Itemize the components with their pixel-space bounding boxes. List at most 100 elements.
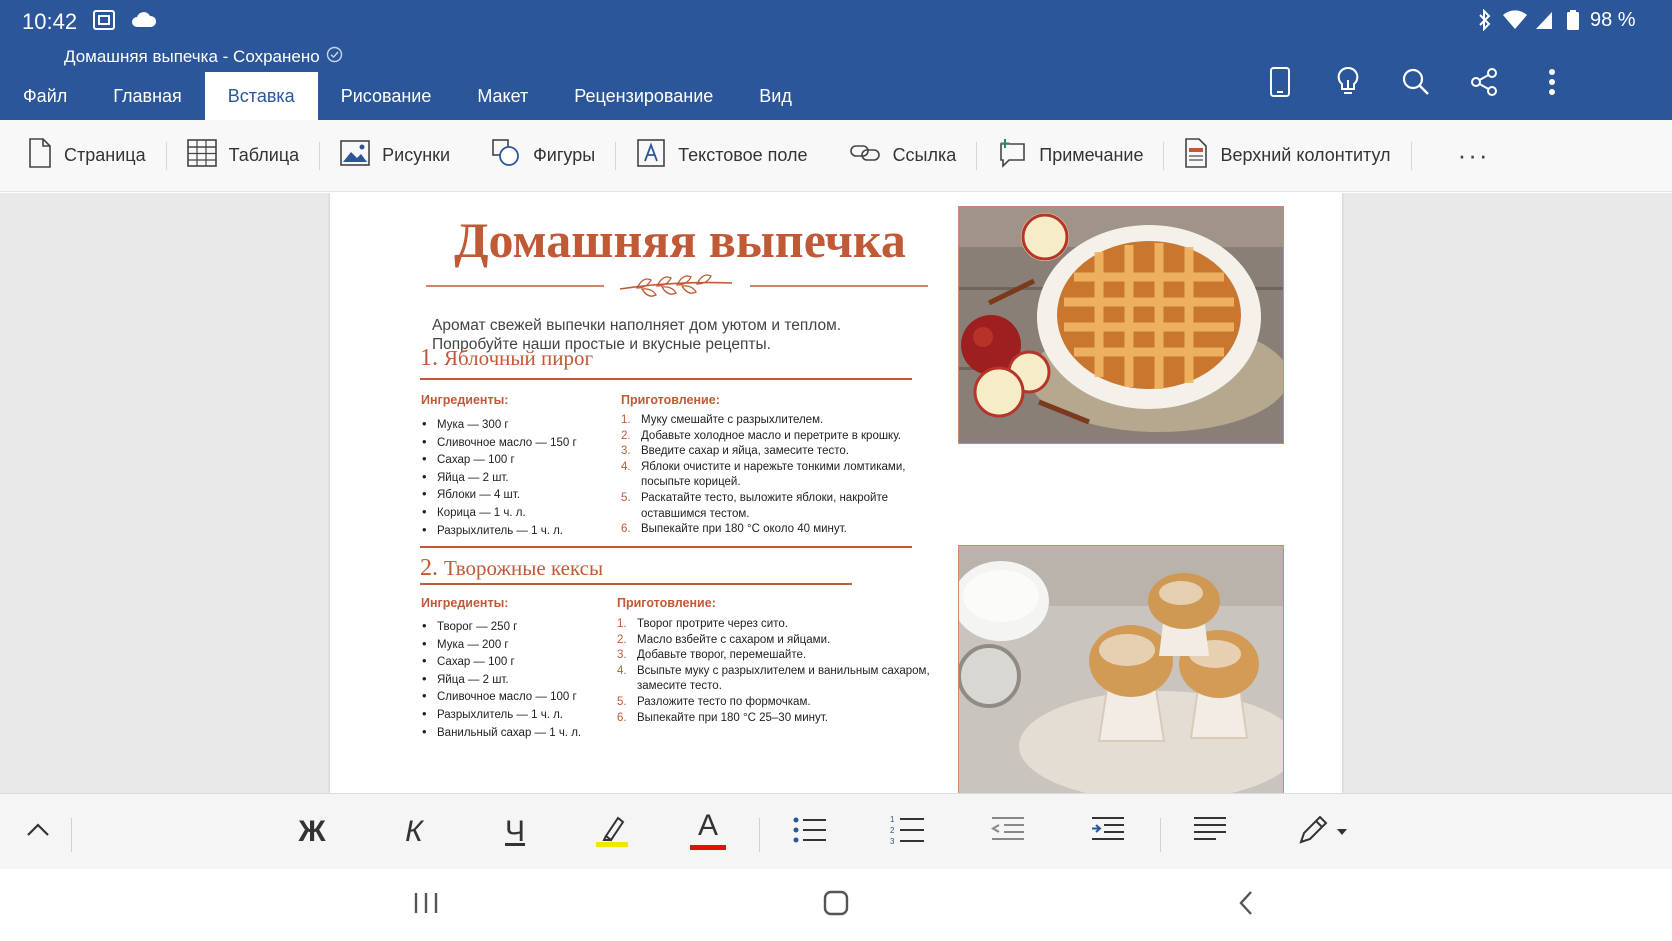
bold-button[interactable]: Ж	[290, 794, 334, 870]
italic-button[interactable]: К	[392, 794, 436, 870]
step-item: 1. Творог протрите через сито.	[617, 617, 930, 633]
step-text: Масло взбейте с сахаром и яйцами.	[637, 633, 831, 646]
insert-comment-label: Примечание	[1039, 145, 1144, 165]
apple-pie-photo[interactable]	[958, 206, 1284, 444]
highlight-button[interactable]	[590, 794, 634, 870]
underline-button[interactable]: Ч	[493, 794, 537, 870]
insert-page-button[interactable]: Страница	[22, 120, 152, 192]
back-icon	[1236, 889, 1256, 922]
step-text: Творог протрите через сито.	[637, 618, 788, 630]
svg-text:3: 3	[890, 837, 895, 846]
recent-apps-button[interactable]	[406, 887, 446, 923]
ingredients-list: Творог — 250 г Мука — 200 г Сахар — 100 …	[422, 618, 581, 741]
tab-draw[interactable]: Рисование	[318, 72, 455, 120]
app-header: 10:42 98 % Домашняя выпечка - Сохранено …	[0, 0, 1672, 120]
insert-header-button[interactable]: Верхний колонтитул	[1178, 120, 1396, 192]
styles-button[interactable]	[1288, 794, 1356, 870]
insert-shapes-button[interactable]: Фигуры	[485, 120, 601, 192]
step-number: 1.	[617, 618, 627, 630]
insert-comment-button[interactable]: Примечание	[991, 120, 1149, 192]
phone-view-icon[interactable]	[1260, 62, 1300, 102]
numbered-list-icon: 1 2 3	[890, 814, 926, 851]
insert-link-button[interactable]: Ссылка	[843, 120, 963, 192]
step-text: Выпекайте при 180 °С около 40 минут.	[641, 523, 847, 536]
toolbar-divider	[1160, 818, 1161, 852]
tab-home[interactable]: Главная	[90, 72, 205, 120]
saved-check-icon	[326, 46, 343, 68]
step-text: Яблоки очистите и нарежьте тонкими ломти…	[641, 460, 906, 473]
ingredients-label: Ингредиенты:	[421, 596, 509, 610]
svg-text:1: 1	[890, 815, 895, 824]
step-text: Добавьте творог, перемешайте.	[637, 649, 807, 662]
table-icon	[186, 139, 217, 172]
wifi-icon	[1502, 9, 1528, 36]
step-number: 4.	[617, 664, 627, 677]
tab-review[interactable]: Рецензирование	[551, 72, 736, 120]
align-left-button[interactable]	[1188, 794, 1232, 870]
cupcakes-photo[interactable]	[958, 545, 1284, 793]
document-title: Домашняя выпечка - Сохранено	[64, 47, 320, 66]
step-text: Всыпьте муку с разрыхлителем и ванильным…	[637, 664, 930, 677]
insert-textbox-label: Текстовое поле	[678, 145, 808, 165]
ingredients-list: Мука — 300 г Сливочное масло — 150 г Сах…	[422, 416, 577, 539]
status-time: 10:42	[22, 9, 78, 34]
textbox-icon	[636, 138, 666, 173]
ingredient-item: Яйца — 2 шт.	[422, 671, 581, 689]
comment-icon	[997, 138, 1027, 173]
step-text: посыпьте корицей.	[641, 476, 741, 489]
step-item: 6. Выпекайте при 180 °С около 40 минут.	[621, 522, 905, 538]
numbered-list-button[interactable]: 1 2 3	[886, 794, 930, 870]
ingredients-label: Ингредиенты:	[421, 393, 509, 407]
home-icon	[822, 889, 850, 922]
insert-table-label: Таблица	[228, 145, 300, 165]
italic-label: К	[405, 815, 423, 848]
ribbon-more-button[interactable]: ···	[1458, 140, 1490, 171]
document-canvas[interactable]: Домашняя выпечка Аромат свежей выпечки н…	[0, 193, 1672, 793]
step-number: 2.	[617, 633, 627, 646]
insert-pictures-button[interactable]: Рисунки	[334, 120, 456, 192]
tab-file[interactable]: Файл	[0, 72, 90, 120]
font-color-button[interactable]: A	[686, 794, 730, 870]
tab-layout[interactable]: Макет	[454, 72, 551, 120]
android-nav-bar	[0, 869, 1672, 941]
document-title-bar[interactable]: Домашняя выпечка - Сохранено	[64, 46, 343, 68]
screenshot-icon	[92, 9, 116, 36]
insert-table-button[interactable]: Таблица	[181, 120, 306, 192]
lightbulb-icon[interactable]	[1328, 62, 1368, 102]
steps-list: 1. Творог протрите через сито. 2. Масло вз…	[617, 617, 930, 726]
share-icon[interactable]	[1464, 62, 1504, 102]
document-page[interactable]: Домашняя выпечка Аромат свежей выпечки н…	[330, 193, 1342, 793]
bullet-list-button[interactable]	[788, 794, 832, 870]
step-item: 2. Добавьте холодное масло и перетрите в …	[621, 429, 905, 445]
font-color-label: A	[698, 809, 719, 842]
tab-view[interactable]: Вид	[736, 72, 815, 120]
header-icon	[1184, 138, 1208, 173]
step-item: 2. Масло взбейте с сахаром и яйцами.	[617, 633, 930, 649]
toolbar-divider	[759, 818, 760, 852]
toolbar-divider	[71, 818, 72, 852]
step-number: 3.	[617, 649, 627, 662]
back-button[interactable]	[1226, 887, 1266, 923]
insert-textbox-button[interactable]: Текстовое поле	[630, 120, 813, 192]
steps-label: Приготовление:	[617, 596, 716, 610]
tab-insert[interactable]: Вставка	[204, 72, 318, 120]
recipe-number: 1.	[420, 345, 438, 371]
home-button[interactable]	[816, 887, 856, 923]
ingredient-item: Мука — 300 г	[422, 416, 577, 434]
search-icon[interactable]	[1396, 62, 1436, 102]
insert-ribbon: Страница Таблица Рисунки Фигуры Текстово…	[0, 120, 1672, 192]
intro-line: Аромат свежей выпечки наполняет дом уюто…	[432, 317, 842, 334]
step-item: 3. Добавьте творог, перемешайте.	[617, 648, 930, 664]
ribbon-divider	[615, 141, 617, 170]
insert-header-label: Верхний колонтитул	[1220, 145, 1391, 165]
collapse-toolbar-button[interactable]	[16, 794, 60, 870]
more-vertical-icon[interactable]	[1532, 62, 1572, 102]
bold-label: Ж	[298, 815, 326, 848]
align-left-icon	[1192, 815, 1228, 850]
increase-indent-button[interactable]	[1086, 794, 1130, 870]
recipe-title: 2. Творожные кексы	[420, 555, 603, 582]
step-item: 5. Раскатайте тесто, выложите яблоки, нак…	[621, 491, 905, 522]
step-number: 3.	[621, 445, 631, 458]
pen-style-icon	[1296, 813, 1330, 852]
decrease-indent-button[interactable]	[986, 794, 1030, 870]
